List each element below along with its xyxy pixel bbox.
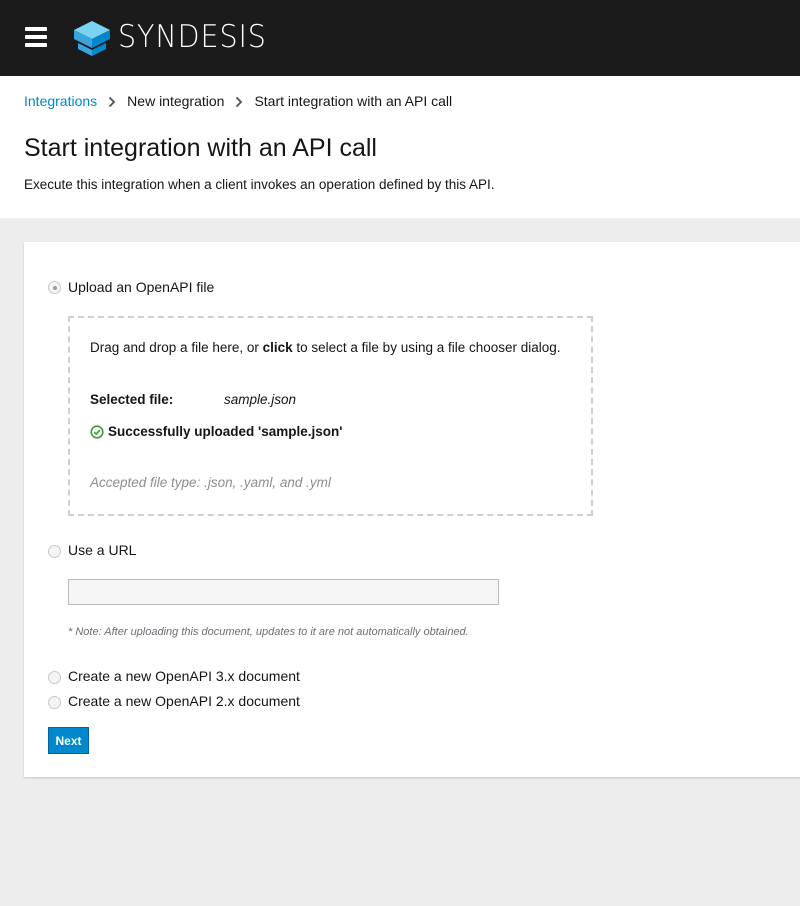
- click-to-select-link[interactable]: click: [263, 340, 293, 355]
- selected-file-value: sample.json: [224, 392, 297, 407]
- openapi3-label[interactable]: Create a new OpenAPI 3.x document: [68, 668, 300, 684]
- page-description: Execute this integration when a client i…: [24, 177, 495, 192]
- url-note: * Note: After uploading this document, u…: [68, 626, 469, 638]
- breadcrumb: Integrations New integration Start integ…: [24, 93, 452, 109]
- url-input[interactable]: [68, 579, 499, 605]
- dropzone-instructions: Drag and drop a file here, or click to s…: [90, 340, 561, 355]
- hamburger-menu-icon[interactable]: [25, 27, 47, 47]
- page-title: Start integration with an API call: [24, 134, 377, 162]
- accepted-file-types: Accepted file type: .json, .yaml, and .y…: [90, 475, 331, 490]
- openapi2-label[interactable]: Create a new OpenAPI 2.x document: [68, 693, 300, 709]
- openapi3-radio[interactable]: [48, 671, 61, 684]
- selected-file-label: Selected file:: [90, 392, 174, 407]
- use-url-label[interactable]: Use a URL: [68, 542, 136, 558]
- upload-openapi-label[interactable]: Upload an OpenAPI file: [68, 279, 214, 295]
- api-source-card: Upload an OpenAPI file Drag and drop a f…: [24, 242, 800, 777]
- top-navbar: SYNDESIS: [0, 0, 800, 76]
- openapi2-radio[interactable]: [48, 696, 61, 709]
- check-circle-icon: [90, 424, 104, 439]
- success-text: Successfully uploaded 'sample.json': [108, 424, 343, 439]
- brand-name: SYNDESIS: [118, 19, 267, 55]
- syndesis-logo-icon: [74, 21, 110, 56]
- use-url-radio[interactable]: [48, 545, 61, 558]
- next-button[interactable]: Next: [48, 727, 89, 754]
- file-dropzone[interactable]: Drag and drop a file here, or click to s…: [68, 316, 593, 516]
- chevron-right-icon: [224, 93, 254, 109]
- breadcrumb-new-integration: New integration: [127, 93, 225, 109]
- breadcrumb-current-page: Start integration with an API call: [254, 93, 453, 109]
- chevron-right-icon: [97, 93, 127, 109]
- page-header: Integrations New integration Start integ…: [0, 76, 800, 218]
- breadcrumb-integrations-link[interactable]: Integrations: [24, 93, 97, 109]
- upload-openapi-radio[interactable]: [48, 281, 61, 294]
- upload-success-message: Successfully uploaded 'sample.json': [90, 424, 343, 439]
